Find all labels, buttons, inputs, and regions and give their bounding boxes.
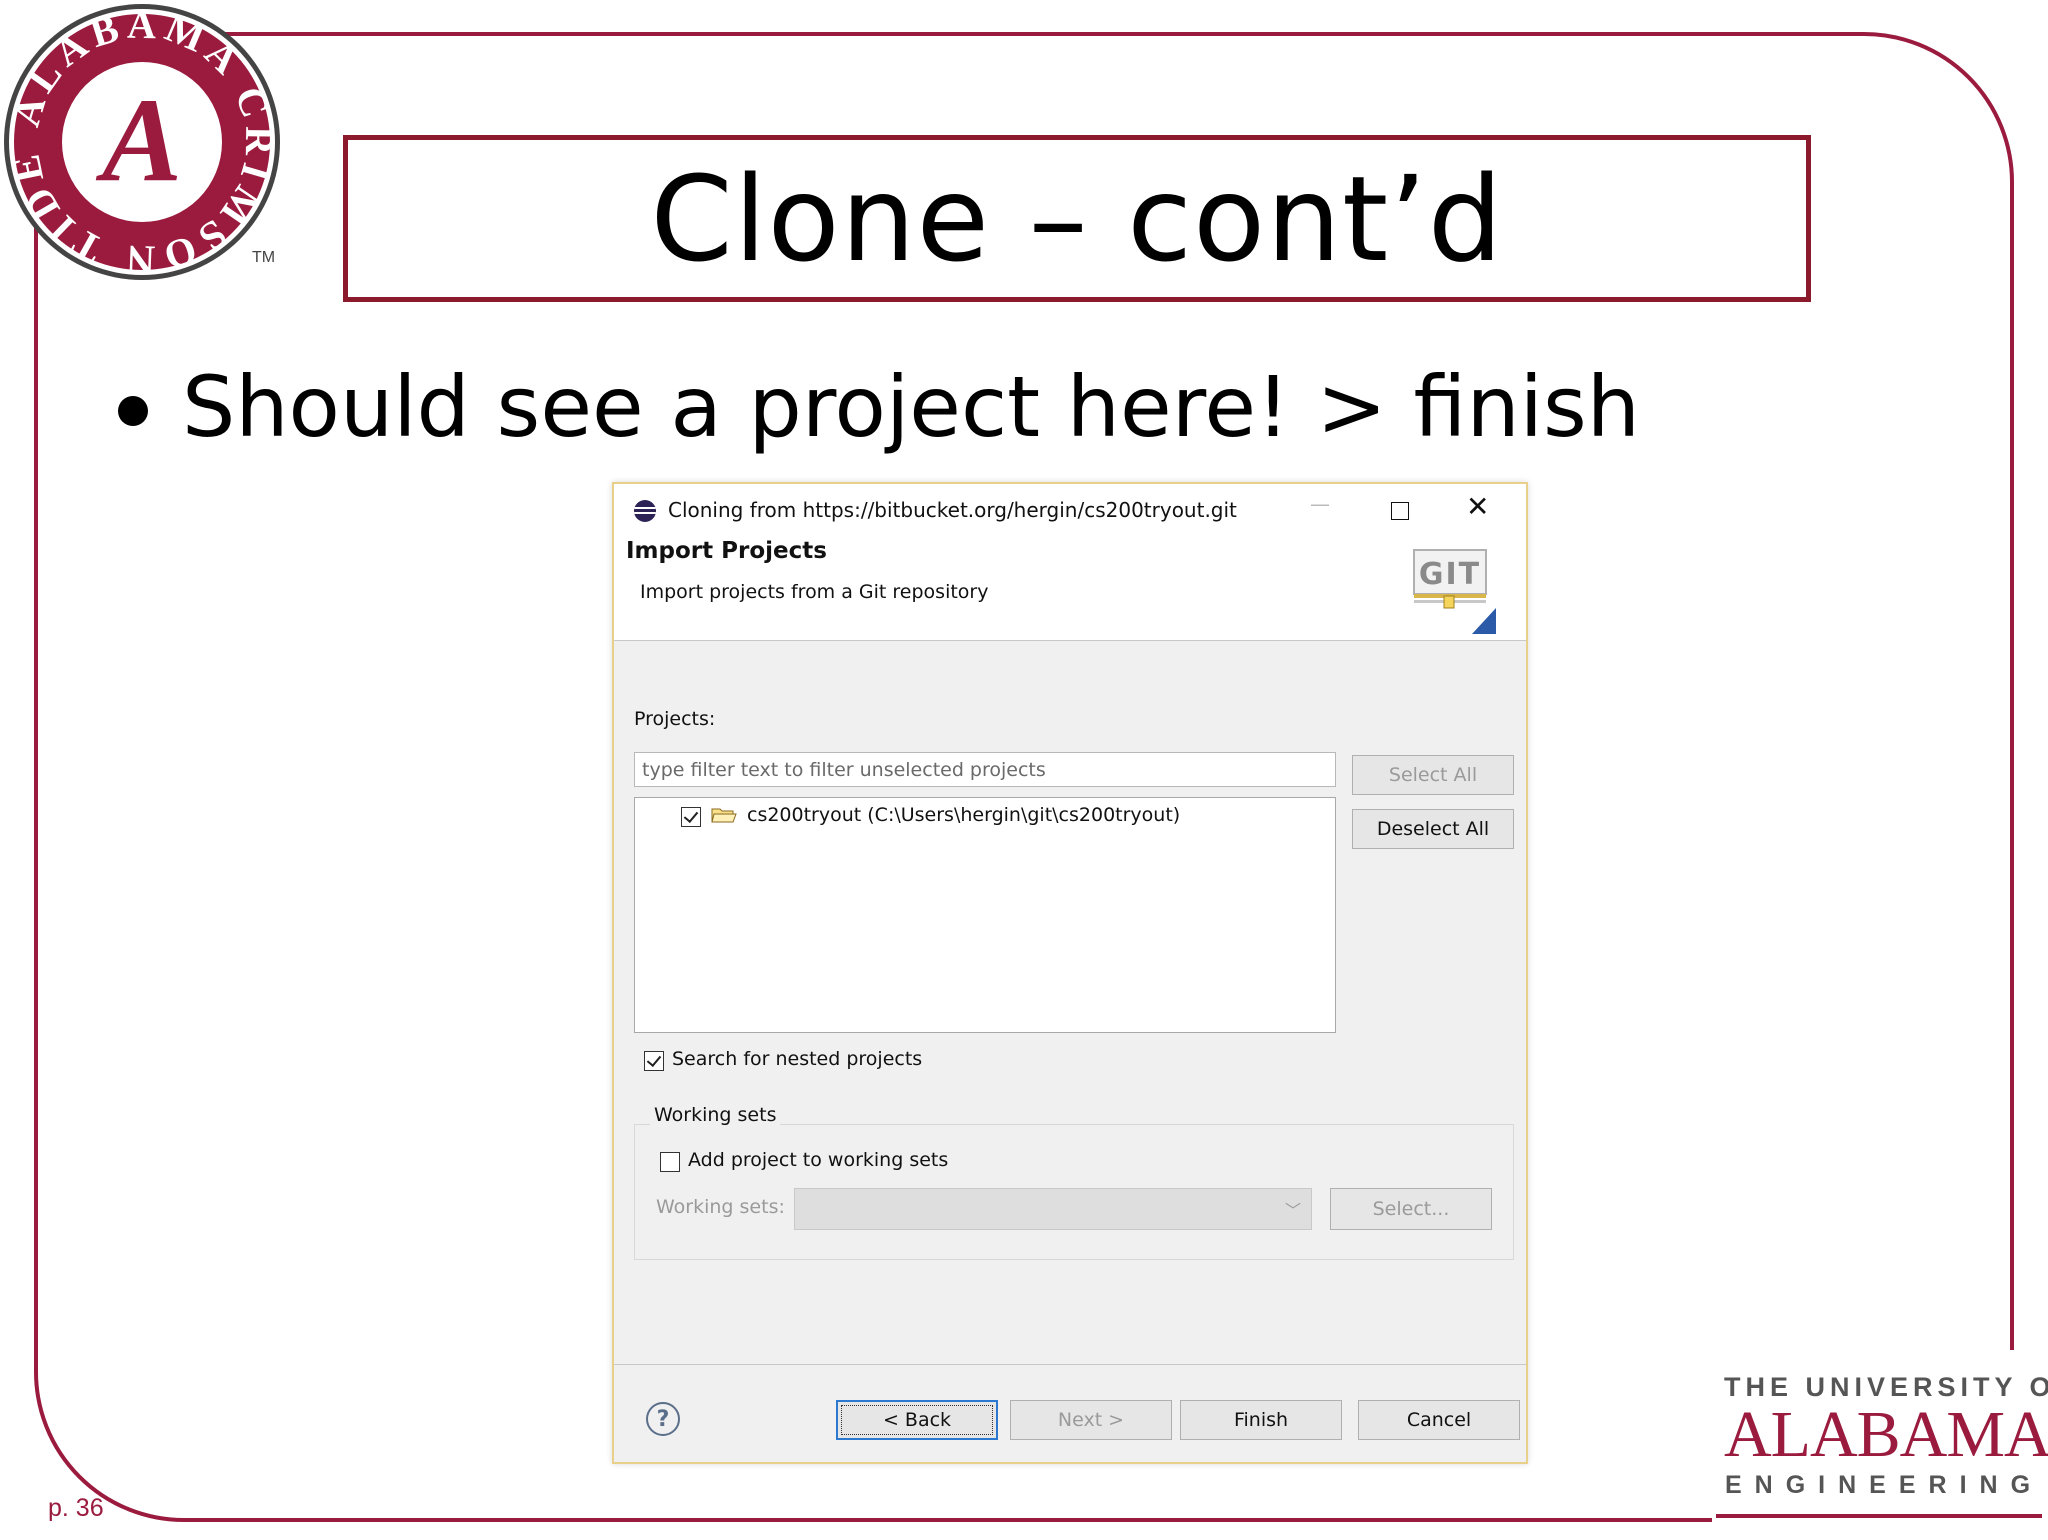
bullet-text: Should see a project here! > finish xyxy=(182,358,1641,456)
page-number: p. 36 xyxy=(48,1494,104,1522)
project-filter-input[interactable] xyxy=(634,752,1336,787)
project-item-label[interactable]: cs200tryout (C:\Users\hergin\git\cs200tr… xyxy=(747,804,1180,826)
wizard-title: Import Projects xyxy=(626,538,827,564)
add-to-working-sets-checkbox[interactable] xyxy=(660,1152,680,1172)
search-nested-label[interactable]: Search for nested projects xyxy=(672,1048,922,1070)
next-button[interactable]: Next > xyxy=(1010,1400,1172,1440)
footer-divider xyxy=(614,1364,1526,1365)
logo-rule xyxy=(1716,1514,2042,1518)
window-title: Cloning from https://bitbucket.org/hergi… xyxy=(668,498,1237,522)
svg-text:A: A xyxy=(95,73,182,206)
chevron-down-icon: ﹀ xyxy=(1284,1201,1301,1220)
minimize-icon[interactable]: — xyxy=(1310,492,1330,516)
svg-text:GIT: GIT xyxy=(1419,557,1481,592)
cancel-button[interactable]: Cancel xyxy=(1358,1400,1520,1440)
add-to-working-sets-label[interactable]: Add project to working sets xyxy=(688,1149,948,1171)
working-sets-label: Working sets: xyxy=(656,1196,785,1218)
close-icon[interactable]: ✕ xyxy=(1466,490,1489,523)
finish-button[interactable]: Finish xyxy=(1180,1400,1342,1440)
logo-line-alabama: ALABAMA xyxy=(1724,1398,2048,1471)
wizard-header: Import Projects Import projects from a G… xyxy=(614,534,1526,641)
project-checkbox[interactable] xyxy=(681,807,701,827)
back-button[interactable]: < Back xyxy=(836,1400,998,1440)
alabama-seal-logo: ALABAMA CRIMSON TIDE A TM xyxy=(2,2,280,283)
ua-engineering-logo: THE UNIVERSITY OF ALABAMA ENGINEERING xyxy=(1724,1372,2048,1500)
import-projects-dialog: Cloning from https://bitbucket.org/hergi… xyxy=(612,482,1528,1464)
maximize-icon[interactable] xyxy=(1391,502,1409,520)
working-sets-legend: Working sets xyxy=(650,1104,781,1126)
title-box: Clone – cont’d xyxy=(343,135,1811,302)
select-all-button[interactable]: Select All xyxy=(1352,755,1514,795)
project-list: cs200tryout (C:\Users\hergin\git\cs200tr… xyxy=(634,797,1336,1033)
working-sets-select-button[interactable]: Select... xyxy=(1330,1188,1492,1230)
search-nested-checkbox[interactable] xyxy=(644,1051,664,1071)
deselect-all-button[interactable]: Deselect All xyxy=(1352,809,1514,849)
folder-icon xyxy=(711,808,737,823)
git-icon: GIT xyxy=(1413,549,1496,634)
working-sets-combo[interactable]: ﹀ xyxy=(794,1188,1312,1230)
slide-title: Clone – cont’d xyxy=(650,149,1504,288)
svg-text:TM: TM xyxy=(252,249,275,266)
bullet-marker xyxy=(118,396,148,426)
projects-label: Projects: xyxy=(634,708,716,730)
window-titlebar: Cloning from https://bitbucket.org/hergi… xyxy=(614,484,1526,534)
logo-line-engineering: ENGINEERING xyxy=(1724,1471,2044,1499)
eclipse-icon xyxy=(634,500,656,522)
wizard-subtitle: Import projects from a Git repository xyxy=(640,581,989,603)
help-icon[interactable]: ? xyxy=(646,1402,680,1436)
